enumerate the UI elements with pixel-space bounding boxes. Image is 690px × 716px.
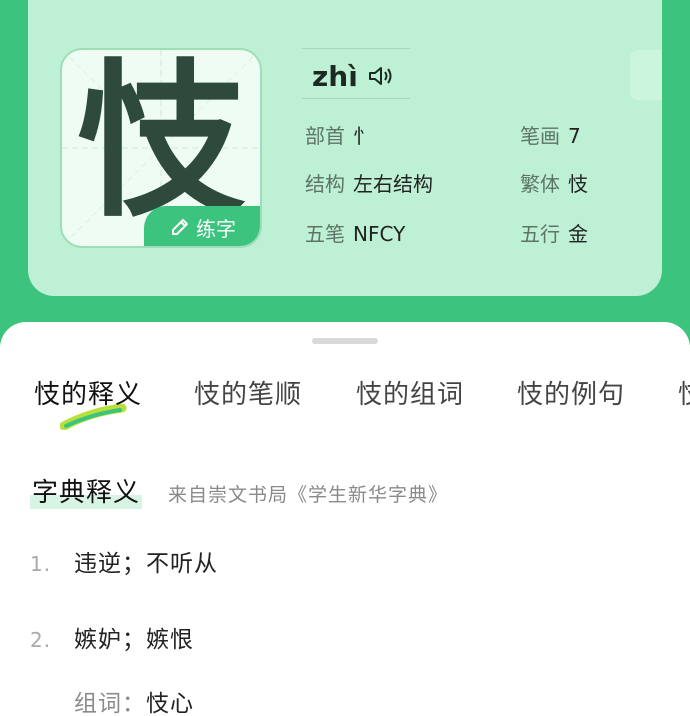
- attr-wuxing-label: 五行: [520, 222, 560, 246]
- attr-wuxing: 五行金: [520, 218, 588, 247]
- speaker-icon[interactable]: [368, 65, 394, 87]
- definition-number: 1.: [30, 552, 52, 576]
- example-words-label: 组词：: [74, 691, 146, 716]
- attr-traditional-value: 忮: [568, 172, 588, 196]
- practice-writing-label: 练字: [196, 216, 236, 241]
- practice-writing-button[interactable]: 练字: [144, 206, 260, 246]
- tab-definition[interactable]: 忮的释义: [34, 374, 142, 411]
- example-words-value[interactable]: 忮心: [146, 691, 194, 716]
- card-side-tab[interactable]: [630, 50, 662, 100]
- tab-words[interactable]: 忮的组词: [356, 374, 464, 411]
- attr-structure: 结构 左右结构: [305, 168, 433, 197]
- attr-wubi: 五笔 NFCY: [305, 218, 405, 247]
- definition-number: 2.: [30, 628, 52, 652]
- definition-item: 2. 嫉妒；嫉恨: [30, 620, 194, 654]
- tab-stroke-order[interactable]: 忮的笔顺: [194, 374, 302, 411]
- attr-wuxing-value: 金: [568, 222, 588, 246]
- section-title: 字典释义: [30, 472, 143, 509]
- definition-text: 违逆；不听从: [74, 551, 218, 577]
- tab-examples[interactable]: 忮的例句: [517, 374, 625, 411]
- definition-item: 1. 违逆；不听从: [30, 544, 218, 578]
- pinyin-row: zhì: [312, 56, 394, 96]
- dictionary-source: 来自崇文书局《学生新华字典》: [168, 484, 449, 506]
- section-title-text: 字典释义: [32, 478, 141, 508]
- tab-more[interactable]: 忮: [678, 374, 690, 411]
- definition-text: 嫉妒；嫉恨: [74, 627, 194, 653]
- pencil-icon: [172, 219, 188, 235]
- attr-traditional: 繁体忮: [520, 168, 588, 197]
- attr-radical-value: 忄: [353, 124, 373, 148]
- example-words: 组词：忮心: [74, 684, 194, 716]
- attr-traditional-label: 繁体: [520, 172, 560, 196]
- attr-structure-label: 结构: [305, 172, 345, 196]
- attr-structure-value: 左右结构: [353, 172, 433, 196]
- attr-wubi-label: 五笔: [305, 222, 345, 246]
- drag-handle[interactable]: [312, 338, 378, 344]
- attr-strokes-value: 7: [568, 124, 581, 148]
- detail-sheet: 忮的释义 忮的笔顺 忮的组词 忮的例句 忮 字典释义 来自崇文书局《学生新华字典…: [0, 322, 690, 716]
- character-writing-box[interactable]: 忮 练字: [60, 48, 262, 248]
- attr-radical-label: 部首: [305, 124, 345, 148]
- attr-wubi-value: NFCY: [353, 222, 406, 246]
- attr-radical: 部首忄: [305, 120, 373, 149]
- pinyin-text: zhì: [312, 59, 358, 93]
- attr-strokes-label: 笔画: [520, 124, 560, 148]
- attr-strokes: 笔画 7: [520, 120, 581, 149]
